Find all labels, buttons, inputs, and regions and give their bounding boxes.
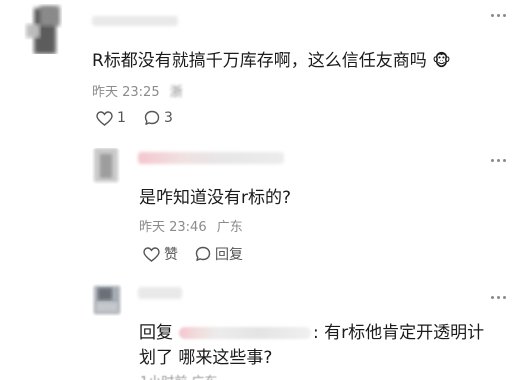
like-count: 1 (117, 110, 126, 126)
reply2-avatar-image (94, 286, 120, 314)
reply2-text-line1: 回复 : 有r标他肯定开透明计 (139, 318, 484, 343)
reply2-body: : 有r标他肯定开透明计 (313, 323, 485, 343)
comment-time: 昨天 23:25 (92, 85, 160, 100)
comment-body: R标都没有就搞千万库存啊，这么信任友商吗 (92, 51, 427, 71)
reply-username-blurred[interactable] (138, 152, 284, 164)
reply-reply-button[interactable]: 回复 (195, 244, 243, 264)
comment-meta: 昨天 23:25 浙 (92, 81, 183, 100)
avatar[interactable] (20, 4, 70, 54)
like-label: 赞 (164, 247, 178, 263)
reply-location: 广东 (216, 220, 243, 235)
reply-time: 昨天 23:46 (139, 220, 207, 235)
mentioned-username-blurred[interactable] (179, 327, 311, 339)
heart-icon (96, 110, 113, 126)
avatar-image (20, 4, 70, 54)
comment-text: R标都没有就搞千万库存啊，这么信任友商吗 🐵 (92, 46, 451, 71)
reply2-meta-partial: 1小时前 广东 (140, 371, 260, 380)
reply-label: 回复 (215, 247, 243, 263)
reply-count: 3 (164, 110, 173, 126)
comment-location: 浙 (169, 85, 183, 100)
comment-bubble-icon (195, 246, 211, 261)
like-button[interactable]: 1 (96, 110, 126, 126)
reply-text: 是咋知道没有r标的? (139, 188, 292, 208)
reply2-text-line2: 划了 哪来这些事? (139, 348, 273, 368)
monkey-emoji-icon: 🐵 (432, 51, 451, 70)
more-options-icon[interactable] (491, 14, 507, 18)
reply2-avatar[interactable] (92, 284, 122, 316)
reply2-more-options-icon[interactable] (491, 296, 507, 300)
reply2-username-blurred[interactable] (138, 287, 182, 299)
reply2-time: 1小时前 广东 (140, 371, 260, 380)
reply-prefix: 回复 (139, 323, 173, 343)
reply-more-options-icon[interactable] (491, 159, 507, 163)
reply-button[interactable]: 3 (144, 110, 173, 126)
reply-avatar[interactable] (92, 148, 120, 184)
username-blurred[interactable] (92, 16, 178, 26)
reply-meta: 昨天 23:46 广东 (139, 216, 243, 235)
reply-like-button[interactable]: 赞 (143, 244, 178, 264)
reply-avatar-image (94, 148, 118, 182)
comment-bubble-icon (144, 110, 160, 125)
heart-icon (143, 246, 160, 262)
